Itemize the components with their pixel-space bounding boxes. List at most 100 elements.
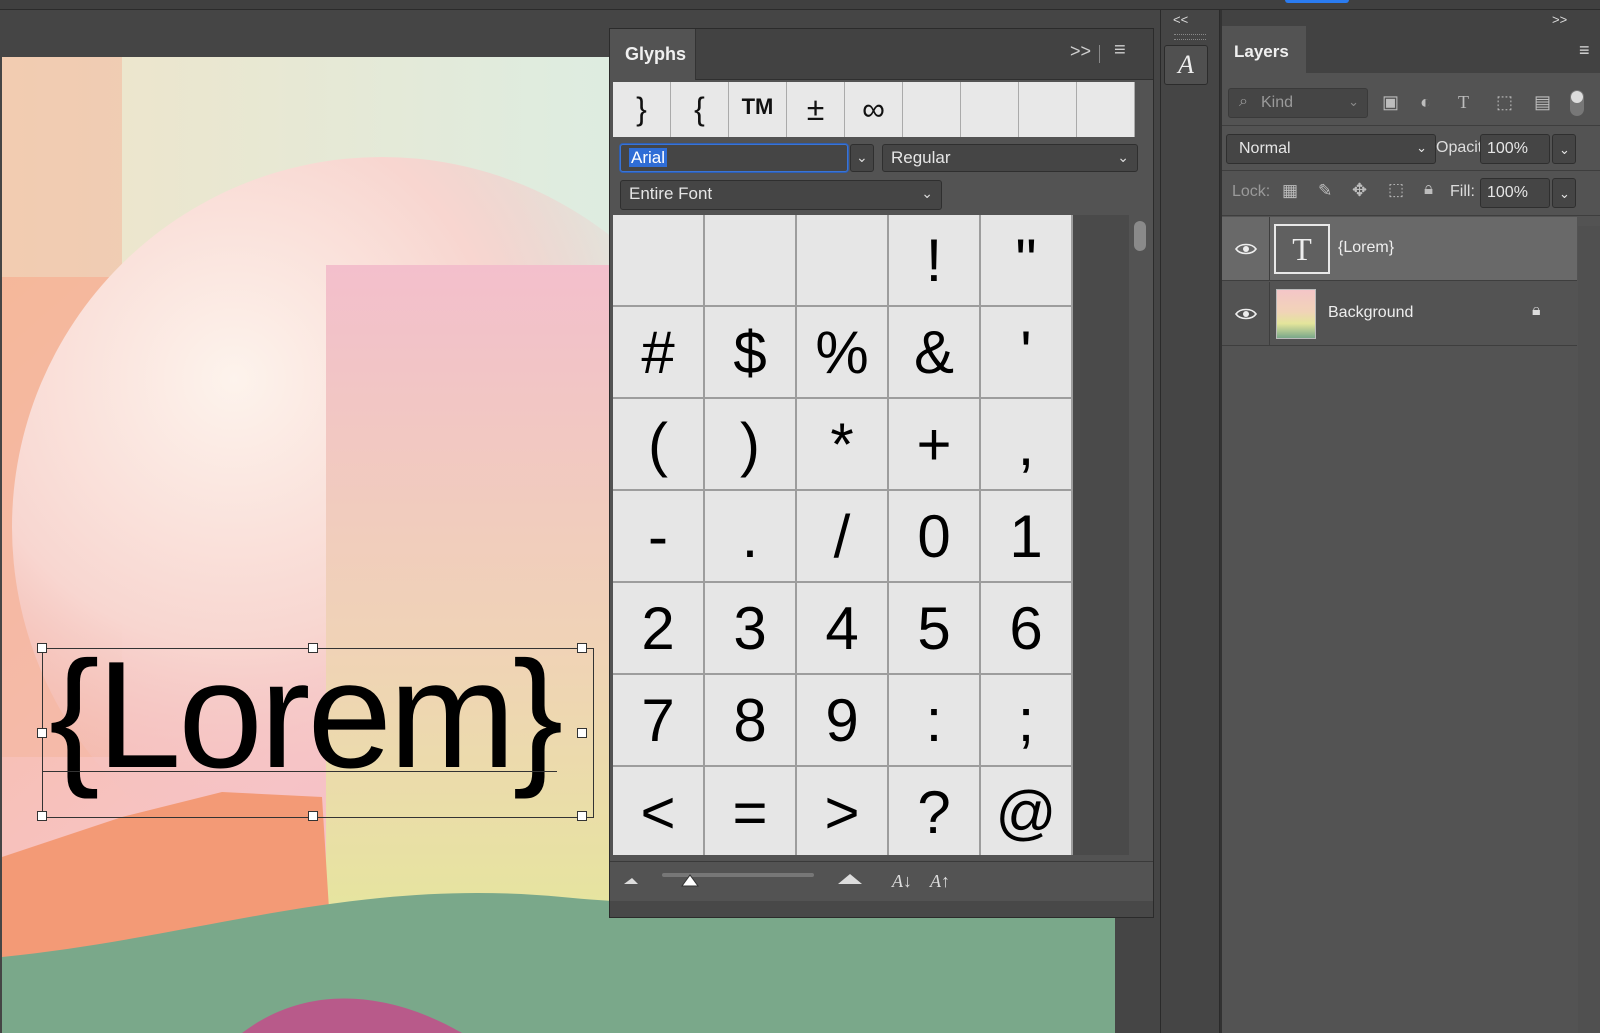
lock-position-move-icon[interactable]: ✥ bbox=[1352, 180, 1367, 201]
glyph-cell[interactable]: 9 bbox=[797, 675, 889, 767]
collapse-panel-icon[interactable]: >> bbox=[1552, 12, 1567, 27]
glyph-cell[interactable]: % bbox=[797, 307, 889, 399]
recent-glyph[interactable]: { bbox=[671, 82, 729, 137]
canvas-text-lorem[interactable]: {Lorem} bbox=[49, 639, 563, 791]
glyph-cell[interactable]: * bbox=[797, 399, 889, 491]
glyph-cell[interactable]: . bbox=[705, 491, 797, 583]
recent-glyph-empty[interactable] bbox=[903, 82, 961, 137]
glyph-cell[interactable]: 3 bbox=[705, 583, 797, 675]
text-layer-bounding-box[interactable]: {Lorem} bbox=[37, 639, 594, 821]
glyph-cell[interactable]: 8 bbox=[705, 675, 797, 767]
dock-grip[interactable] bbox=[1174, 34, 1206, 40]
opacity-input[interactable]: 100% bbox=[1480, 134, 1550, 164]
lock-transparent-pixels-icon[interactable]: ▦ bbox=[1282, 181, 1298, 201]
scrollbar-thumb[interactable] bbox=[1134, 221, 1146, 251]
fill-dropdown-chevron-icon[interactable]: ⌄ bbox=[1552, 178, 1576, 208]
fill-input[interactable]: 100% bbox=[1480, 178, 1550, 208]
glyph-cell-empty[interactable] bbox=[613, 215, 705, 307]
glyph-cell[interactable]: 0 bbox=[889, 491, 981, 583]
small-glyph-size-icon[interactable] bbox=[624, 878, 638, 884]
transform-handle-bottom-left[interactable] bbox=[37, 811, 47, 821]
font-style-select[interactable]: Regular ⌄ bbox=[882, 144, 1138, 172]
glyph-cell[interactable]: : bbox=[889, 675, 981, 767]
background-layer-thumbnail[interactable] bbox=[1276, 289, 1316, 339]
recent-glyph[interactable]: ∞ bbox=[845, 82, 903, 137]
glyph-cell[interactable]: ) bbox=[705, 399, 797, 491]
layer-name[interactable]: Background bbox=[1328, 304, 1413, 322]
glyph-size-slider-track[interactable] bbox=[662, 873, 814, 877]
transform-handle-top-left[interactable] bbox=[37, 643, 47, 653]
glyph-cell[interactable]: ? bbox=[889, 767, 981, 855]
glyph-cell[interactable]: 7 bbox=[613, 675, 705, 767]
filter-toggle[interactable] bbox=[1570, 90, 1584, 116]
layer-name[interactable]: {Lorem} bbox=[1338, 239, 1394, 257]
visibility-toggle[interactable] bbox=[1222, 217, 1270, 281]
glyph-cell[interactable]: " bbox=[981, 215, 1073, 307]
filter-type-layer-icon[interactable]: T bbox=[1458, 92, 1469, 113]
expand-panel-icon[interactable]: >> bbox=[1070, 41, 1091, 62]
glyph-cell[interactable]: ; bbox=[981, 675, 1073, 767]
glyph-cell[interactable]: 1 bbox=[981, 491, 1073, 583]
transform-handle-top-right[interactable] bbox=[577, 643, 587, 653]
glyph-cell[interactable]: / bbox=[797, 491, 889, 583]
glyph-cell[interactable]: > bbox=[797, 767, 889, 855]
glyphs-panel-toggle-icon[interactable]: A bbox=[1164, 45, 1208, 85]
recent-glyph[interactable]: } bbox=[613, 82, 671, 137]
recent-glyph[interactable]: TM bbox=[729, 82, 787, 137]
glyph-cell[interactable]: 5 bbox=[889, 583, 981, 675]
recent-glyph-empty[interactable] bbox=[1077, 82, 1135, 137]
decrease-font-size-icon[interactable]: A↓ bbox=[891, 871, 912, 891]
glyph-cell[interactable]: @ bbox=[981, 767, 1073, 855]
filter-adjustment-layer-icon[interactable]: ◐ bbox=[1420, 92, 1431, 113]
large-glyph-size-icon[interactable] bbox=[838, 874, 862, 884]
visibility-toggle[interactable] bbox=[1222, 282, 1270, 346]
opacity-dropdown-chevron-icon[interactable]: ⌄ bbox=[1552, 134, 1576, 164]
transform-handle-top-center[interactable] bbox=[308, 643, 318, 653]
tab-layers[interactable]: Layers bbox=[1222, 26, 1306, 73]
increase-font-size-icon[interactable]: A↑ bbox=[929, 871, 950, 891]
layers-scrollbar[interactable] bbox=[1578, 226, 1600, 1033]
transform-handle-bottom-center[interactable] bbox=[308, 811, 318, 821]
recent-glyph-empty[interactable] bbox=[961, 82, 1019, 137]
glyph-cell[interactable]: , bbox=[981, 399, 1073, 491]
glyph-cell[interactable]: & bbox=[889, 307, 981, 399]
glyph-cell[interactable]: ( bbox=[613, 399, 705, 491]
font-family-input[interactable]: Arial bbox=[620, 144, 848, 172]
glyph-cell[interactable]: $ bbox=[705, 307, 797, 399]
glyph-cell-empty[interactable] bbox=[797, 215, 889, 307]
recent-glyph-empty[interactable] bbox=[1019, 82, 1077, 137]
panel-menu-icon[interactable]: ≡ bbox=[1579, 40, 1590, 61]
panel-resize-edge[interactable] bbox=[610, 901, 1153, 917]
filter-smart-object-icon[interactable]: ▤ bbox=[1534, 92, 1551, 113]
glyph-cell[interactable]: ' bbox=[981, 307, 1073, 399]
glyph-range-select[interactable]: Entire Font ⌄ bbox=[620, 180, 942, 210]
lock-artboard-icon[interactable]: ⬚ bbox=[1388, 180, 1404, 200]
glyph-grid-scrollbar[interactable] bbox=[1130, 215, 1150, 855]
blend-mode-select[interactable]: Normal ⌄ bbox=[1226, 134, 1436, 164]
layer-filter-kind-select[interactable]: ⌕ Kind ⌄ bbox=[1228, 88, 1368, 118]
glyph-cell[interactable]: 6 bbox=[981, 583, 1073, 675]
layer-row-lorem[interactable]: T {Lorem} bbox=[1222, 217, 1577, 281]
lock-image-pixels-brush-icon[interactable]: ✎ bbox=[1318, 181, 1332, 201]
recent-glyph[interactable]: ± bbox=[787, 82, 845, 137]
glyph-cell[interactable]: ! bbox=[889, 215, 981, 307]
glyph-cell[interactable]: - bbox=[613, 491, 705, 583]
glyph-cell[interactable]: < bbox=[613, 767, 705, 855]
glyph-cell[interactable]: 2 bbox=[613, 583, 705, 675]
panel-menu-icon[interactable]: ≡ bbox=[1114, 39, 1126, 62]
glyph-cell[interactable]: = bbox=[705, 767, 797, 855]
collapse-dock-icon[interactable]: << bbox=[1173, 12, 1188, 27]
filter-pixel-layer-icon[interactable]: ▣ bbox=[1382, 92, 1399, 113]
filter-shape-layer-icon[interactable]: ⬚ bbox=[1496, 92, 1513, 113]
transform-handle-middle-right[interactable] bbox=[577, 728, 587, 738]
text-layer-thumbnail-icon[interactable]: T bbox=[1274, 224, 1330, 274]
transform-handle-middle-left[interactable] bbox=[37, 728, 47, 738]
layer-row-background[interactable]: Background 🔒︎ bbox=[1222, 282, 1577, 346]
glyph-cell[interactable]: # bbox=[613, 307, 705, 399]
lock-all-icon[interactable]: 🔒︎ bbox=[1424, 179, 1433, 199]
transform-handle-bottom-right[interactable] bbox=[577, 811, 587, 821]
glyph-cell[interactable]: 4 bbox=[797, 583, 889, 675]
glyph-cell[interactable]: + bbox=[889, 399, 981, 491]
tab-glyphs[interactable]: Glyphs bbox=[610, 29, 696, 80]
font-family-dropdown-chevron-icon[interactable]: ⌄ bbox=[850, 144, 874, 172]
